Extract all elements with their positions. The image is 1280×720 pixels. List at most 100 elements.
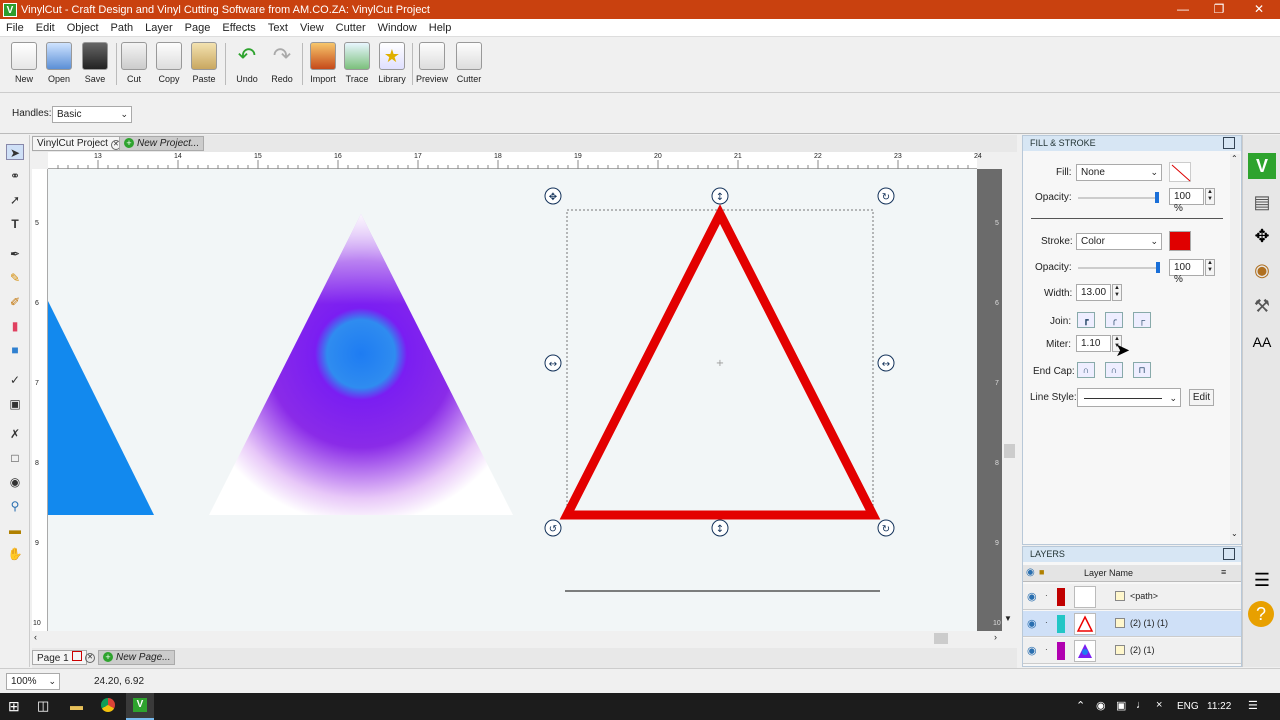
vertical-scrollbar[interactable]: ▼ [1002,152,1017,631]
menu-effects[interactable]: Effects [216,22,261,34]
slider-thumb[interactable] [1156,262,1160,273]
crop-tool-icon[interactable]: □ [6,450,24,466]
lock-dot-icon[interactable]: · [1045,591,1048,600]
weld-tool-icon[interactable]: ◉ [6,474,24,490]
wrench-icon[interactable]: ⚒ [1248,293,1276,319]
panel-scrollbar[interactable]: ⌃ ⌄ [1230,154,1240,544]
import-button[interactable]: Import [305,42,341,84]
minimize-button[interactable]: — [1165,0,1201,19]
preview-button[interactable]: Preview [414,42,450,84]
maximize-button[interactable]: ❐ [1201,0,1237,19]
redo-button[interactable]: ↷ Redo [264,42,300,84]
menu-file[interactable]: File [0,22,30,34]
chevron-up-icon[interactable]: ⌃ [1231,154,1238,163]
eye-icon[interactable]: ◉ [1027,617,1037,630]
eye-icon[interactable]: ◉ [1026,567,1035,578]
panel-float-icon[interactable] [1223,137,1235,149]
layer-color-chip[interactable] [1057,642,1065,660]
menu-cutter[interactable]: Cutter [330,22,372,34]
spinner-icon[interactable]: ▲ ▼ [1205,259,1215,276]
windows-start-icon[interactable]: ⊞ [8,698,20,715]
vinylcut-taskbar-button[interactable]: V [126,693,154,720]
lasso-tool-icon[interactable]: ⚭ [6,168,24,184]
file-explorer-icon[interactable]: ▬ [70,698,83,713]
panel-float-icon[interactable] [1223,548,1235,560]
new-button[interactable]: New [6,42,42,84]
trace-button[interactable]: Trace [339,42,375,84]
square-cap-icon[interactable]: ⊓ [1133,362,1151,378]
cut-button[interactable]: Cut [116,42,152,84]
eye-icon[interactable]: ◉ [1027,590,1037,603]
miter-input[interactable]: 1.10 [1076,335,1111,352]
new-page-tab[interactable]: + New Page... [98,650,176,665]
stroke-width-input[interactable]: 13.00 [1076,284,1111,301]
layer-color-chip[interactable] [1057,588,1065,606]
menu-page[interactable]: Page [179,22,217,34]
tab-page-1[interactable]: Page 1 [32,650,87,665]
fill-opacity-input[interactable]: 100 % [1169,188,1204,214]
scroll-thumb[interactable] [934,633,948,644]
notification-icon[interactable]: ☰ [1248,699,1258,712]
zoom-select[interactable]: 100% ⌄ [6,673,60,690]
pencil-tool-icon[interactable]: ✎ [6,270,24,286]
round-cap-icon[interactable]: ∩ [1105,362,1123,378]
lock-dot-icon[interactable]: · [1045,618,1048,627]
save-button[interactable]: Save [77,42,113,84]
layers-icon[interactable]: ☰ [1248,567,1276,593]
zoom-tool-icon[interactable]: ⚲ [6,498,24,514]
eyedropper-tool-icon[interactable]: ✓ [6,372,24,388]
pen-tool-icon[interactable]: ✒ [6,246,24,262]
fill-color-swatch[interactable] [1169,162,1191,182]
chevron-up-icon[interactable]: ⌃ [1076,699,1085,712]
scroll-thumb[interactable] [1004,444,1015,458]
spinner-icon[interactable]: ▲ ▼ [1205,188,1215,205]
gradient-tool-icon[interactable]: ▣ [6,396,24,412]
layers-menu-icon[interactable]: ≡ [1221,567,1226,577]
menu-help[interactable]: Help [423,22,458,34]
microphone-icon[interactable]: ◉ [1096,699,1106,712]
fill-opacity-slider[interactable] [1078,197,1158,199]
text-style-icon[interactable]: AA [1248,329,1276,355]
menu-object[interactable]: Object [61,22,105,34]
fill-type-select[interactable]: None ⌄ [1076,164,1162,181]
round-join-icon[interactable]: ╭ [1105,312,1123,328]
menu-view[interactable]: View [294,22,330,34]
shape-tool-icon[interactable]: ■ [6,342,24,358]
help-icon[interactable]: ? [1248,601,1274,627]
stroke-color-swatch[interactable] [1169,231,1191,251]
knife-tool-icon[interactable]: ✗ [6,426,24,442]
stroke-opacity-slider[interactable] [1078,267,1158,269]
paste-button[interactable]: Paste [186,42,222,84]
stroke-type-select[interactable]: Color ⌄ [1076,233,1162,250]
bevel-join-icon[interactable]: ┌ [1133,312,1151,328]
drawing-canvas[interactable]: ✥ ↕ ↻ ↔ ↔ ↺ ↕ ↻ + [48,169,977,631]
open-button[interactable]: Open [41,42,77,84]
eraser-tool-icon[interactable]: ▮ [6,318,24,334]
stroke-opacity-input[interactable]: 100 % [1169,259,1204,285]
hand-tool-icon[interactable]: ✋ [6,546,24,562]
lock-icon[interactable]: ■ [1039,567,1044,577]
menu-window[interactable]: Window [372,22,423,34]
chevron-right-icon[interactable]: › [994,632,997,642]
slider-thumb[interactable] [1155,192,1159,203]
lock-dot-icon[interactable]: · [1045,645,1048,654]
measure-tool-icon[interactable]: ▬ [6,522,24,538]
move-icon[interactable]: ✥ [1248,223,1276,249]
task-view-icon[interactable]: ◫ [37,698,49,714]
cutter-button[interactable]: Cutter [451,42,487,84]
close-icon[interactable]: ✕ [85,653,95,663]
menu-text[interactable]: Text [262,22,294,34]
line-style-select[interactable]: ⌄ [1077,388,1181,407]
chevron-down-icon[interactable]: ▼ [1004,614,1012,623]
miter-join-icon[interactable]: ┏ [1077,312,1095,328]
eye-icon[interactable]: ◉ [1027,644,1037,657]
clock[interactable]: 11:22 [1207,701,1231,712]
line-style-edit-button[interactable]: Edit [1189,389,1214,406]
chrome-icon[interactable] [101,698,115,712]
text-tool-icon[interactable]: T [6,216,24,232]
horizontal-scrollbar[interactable]: ‹ › [32,631,1017,646]
copy-button[interactable]: Copy [151,42,187,84]
layer-row[interactable]: ◉ · (2) (1) [1023,638,1241,664]
document-icon[interactable]: ▤ [1248,189,1276,215]
blue-triangle-shape[interactable] [48,301,154,515]
